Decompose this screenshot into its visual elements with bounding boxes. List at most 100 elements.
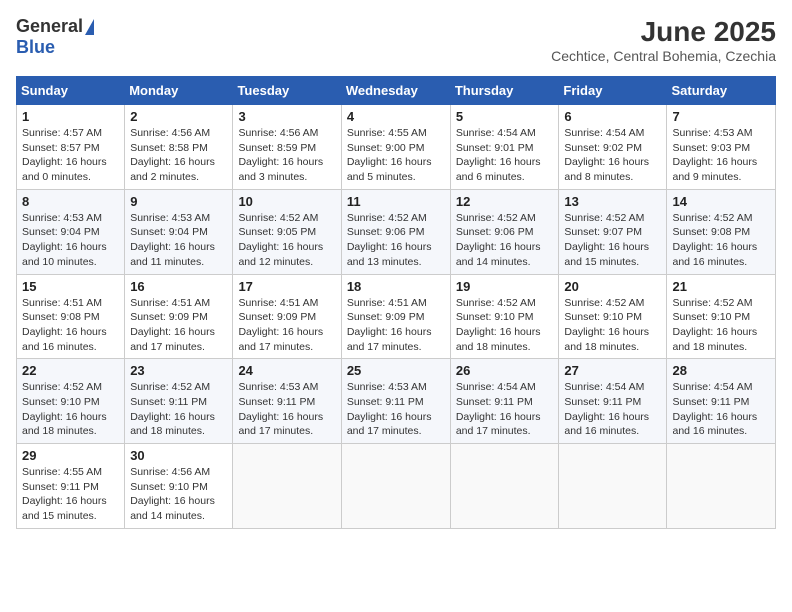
day-info: Sunrise: 4:53 AMSunset: 9:04 PMDaylight:… [22, 211, 119, 270]
day-info: Sunrise: 4:52 AMSunset: 9:10 PMDaylight:… [564, 296, 661, 355]
day-number: 23 [130, 363, 227, 378]
day-number: 10 [238, 194, 335, 209]
day-number: 12 [456, 194, 554, 209]
calendar-cell: 5 Sunrise: 4:54 AMSunset: 9:01 PMDaylight… [450, 105, 559, 190]
title-section: June 2025 Cechtice, Central Bohemia, Cze… [551, 16, 776, 64]
calendar-table: SundayMondayTuesdayWednesdayThursdayFrid… [16, 76, 776, 529]
day-info: Sunrise: 4:51 AMSunset: 9:09 PMDaylight:… [347, 296, 445, 355]
day-number: 8 [22, 194, 119, 209]
weekday-header-sunday: Sunday [17, 77, 125, 105]
day-number: 2 [130, 109, 227, 124]
logo: General Blue [16, 16, 94, 58]
location-subtitle: Cechtice, Central Bohemia, Czechia [551, 48, 776, 64]
calendar-cell: 11 Sunrise: 4:52 AMSunset: 9:06 PMDayligh… [341, 189, 450, 274]
day-number: 7 [672, 109, 770, 124]
day-info: Sunrise: 4:54 AMSunset: 9:11 PMDaylight:… [672, 380, 770, 439]
calendar-cell: 8 Sunrise: 4:53 AMSunset: 9:04 PMDaylight… [17, 189, 125, 274]
day-info: Sunrise: 4:56 AMSunset: 9:10 PMDaylight:… [130, 465, 227, 524]
calendar-cell: 21 Sunrise: 4:52 AMSunset: 9:10 PMDayligh… [667, 274, 776, 359]
day-number: 30 [130, 448, 227, 463]
calendar-cell: 9 Sunrise: 4:53 AMSunset: 9:04 PMDaylight… [125, 189, 233, 274]
day-number: 4 [347, 109, 445, 124]
calendar-cell: 15 Sunrise: 4:51 AMSunset: 9:08 PMDayligh… [17, 274, 125, 359]
day-info: Sunrise: 4:53 AMSunset: 9:11 PMDaylight:… [347, 380, 445, 439]
calendar-header-row: SundayMondayTuesdayWednesdayThursdayFrid… [17, 77, 776, 105]
day-info: Sunrise: 4:51 AMSunset: 9:08 PMDaylight:… [22, 296, 119, 355]
calendar-cell [667, 444, 776, 529]
calendar-cell: 30 Sunrise: 4:56 AMSunset: 9:10 PMDayligh… [125, 444, 233, 529]
day-number: 17 [238, 279, 335, 294]
day-info: Sunrise: 4:55 AMSunset: 9:00 PMDaylight:… [347, 126, 445, 185]
calendar-cell [341, 444, 450, 529]
day-info: Sunrise: 4:51 AMSunset: 9:09 PMDaylight:… [238, 296, 335, 355]
day-info: Sunrise: 4:54 AMSunset: 9:11 PMDaylight:… [564, 380, 661, 439]
calendar-cell: 28 Sunrise: 4:54 AMSunset: 9:11 PMDayligh… [667, 359, 776, 444]
day-info: Sunrise: 4:54 AMSunset: 9:02 PMDaylight:… [564, 126, 661, 185]
day-info: Sunrise: 4:54 AMSunset: 9:11 PMDaylight:… [456, 380, 554, 439]
day-number: 25 [347, 363, 445, 378]
calendar-cell: 14Sunrise: 4:52 AMSunset: 9:08 PMDayligh… [667, 189, 776, 274]
day-info: Sunrise: 4:52 AMSunset: 9:06 PMDaylight:… [456, 211, 554, 270]
day-number: 26 [456, 363, 554, 378]
calendar-cell: 24 Sunrise: 4:53 AMSunset: 9:11 PMDayligh… [233, 359, 341, 444]
page-header: General Blue June 2025 Cechtice, Central… [16, 16, 776, 64]
calendar-cell: 2 Sunrise: 4:56 AMSunset: 8:58 PMDaylight… [125, 105, 233, 190]
calendar-cell: 4 Sunrise: 4:55 AMSunset: 9:00 PMDaylight… [341, 105, 450, 190]
calendar-cell: 18Sunrise: 4:51 AMSunset: 9:09 PMDayligh… [341, 274, 450, 359]
day-info: Sunrise: 4:52 AMSunset: 9:05 PMDaylight:… [238, 211, 335, 270]
day-number: 28 [672, 363, 770, 378]
day-number: 1 [22, 109, 119, 124]
calendar-week-row: 1Sunrise: 4:57 AMSunset: 8:57 PMDaylight… [17, 105, 776, 190]
day-info: Sunrise: 4:56 AMSunset: 8:58 PMDaylight:… [130, 126, 227, 185]
day-info: Sunrise: 4:56 AMSunset: 8:59 PMDaylight:… [238, 126, 335, 185]
calendar-cell: 12 Sunrise: 4:52 AMSunset: 9:06 PMDayligh… [450, 189, 559, 274]
calendar-week-row: 8 Sunrise: 4:53 AMSunset: 9:04 PMDaylight… [17, 189, 776, 274]
day-number: 6 [564, 109, 661, 124]
day-number: 3 [238, 109, 335, 124]
weekday-header-friday: Friday [559, 77, 667, 105]
calendar-cell: 22Sunrise: 4:52 AMSunset: 9:10 PMDayligh… [17, 359, 125, 444]
day-info: Sunrise: 4:52 AMSunset: 9:08 PMDaylight:… [672, 211, 770, 270]
day-info: Sunrise: 4:53 AMSunset: 9:11 PMDaylight:… [238, 380, 335, 439]
day-number: 22 [22, 363, 119, 378]
day-info: Sunrise: 4:52 AMSunset: 9:10 PMDaylight:… [672, 296, 770, 355]
day-info: Sunrise: 4:52 AMSunset: 9:06 PMDaylight:… [347, 211, 445, 270]
day-info: Sunrise: 4:51 AMSunset: 9:09 PMDaylight:… [130, 296, 227, 355]
day-info: Sunrise: 4:53 AMSunset: 9:03 PMDaylight:… [672, 126, 770, 185]
calendar-cell: 25 Sunrise: 4:53 AMSunset: 9:11 PMDayligh… [341, 359, 450, 444]
day-number: 11 [347, 194, 445, 209]
calendar-cell: 16Sunrise: 4:51 AMSunset: 9:09 PMDayligh… [125, 274, 233, 359]
day-info: Sunrise: 4:52 AMSunset: 9:10 PMDaylight:… [456, 296, 554, 355]
day-info: Sunrise: 4:52 AMSunset: 9:07 PMDaylight:… [564, 211, 661, 270]
logo-general: General [16, 16, 83, 37]
weekday-header-saturday: Saturday [667, 77, 776, 105]
calendar-cell: 6 Sunrise: 4:54 AMSunset: 9:02 PMDaylight… [559, 105, 667, 190]
calendar-cell: 20Sunrise: 4:52 AMSunset: 9:10 PMDayligh… [559, 274, 667, 359]
calendar-cell: 13Sunrise: 4:52 AMSunset: 9:07 PMDayligh… [559, 189, 667, 274]
calendar-cell: 26 Sunrise: 4:54 AMSunset: 9:11 PMDayligh… [450, 359, 559, 444]
calendar-week-row: 15 Sunrise: 4:51 AMSunset: 9:08 PMDayligh… [17, 274, 776, 359]
day-number: 9 [130, 194, 227, 209]
logo-blue: Blue [16, 37, 55, 58]
day-info: Sunrise: 4:55 AMSunset: 9:11 PMDaylight:… [22, 465, 119, 524]
day-number: 15 [22, 279, 119, 294]
day-info: Sunrise: 4:53 AMSunset: 9:04 PMDaylight:… [130, 211, 227, 270]
day-number: 21 [672, 279, 770, 294]
weekday-header-wednesday: Wednesday [341, 77, 450, 105]
day-info: Sunrise: 4:54 AMSunset: 9:01 PMDaylight:… [456, 126, 554, 185]
calendar-week-row: 22Sunrise: 4:52 AMSunset: 9:10 PMDayligh… [17, 359, 776, 444]
day-number: 27 [564, 363, 661, 378]
day-info: Sunrise: 4:52 AMSunset: 9:11 PMDaylight:… [130, 380, 227, 439]
calendar-cell [559, 444, 667, 529]
day-number: 5 [456, 109, 554, 124]
calendar-cell: 23 Sunrise: 4:52 AMSunset: 9:11 PMDayligh… [125, 359, 233, 444]
calendar-cell: 1Sunrise: 4:57 AMSunset: 8:57 PMDaylight… [17, 105, 125, 190]
weekday-header-monday: Monday [125, 77, 233, 105]
weekday-header-thursday: Thursday [450, 77, 559, 105]
calendar-cell: 17 Sunrise: 4:51 AMSunset: 9:09 PMDayligh… [233, 274, 341, 359]
day-number: 24 [238, 363, 335, 378]
calendar-cell: 10 Sunrise: 4:52 AMSunset: 9:05 PMDayligh… [233, 189, 341, 274]
calendar-cell: 7 Sunrise: 4:53 AMSunset: 9:03 PMDaylight… [667, 105, 776, 190]
calendar-week-row: 29Sunrise: 4:55 AMSunset: 9:11 PMDayligh… [17, 444, 776, 529]
logo-triangle [85, 19, 94, 35]
